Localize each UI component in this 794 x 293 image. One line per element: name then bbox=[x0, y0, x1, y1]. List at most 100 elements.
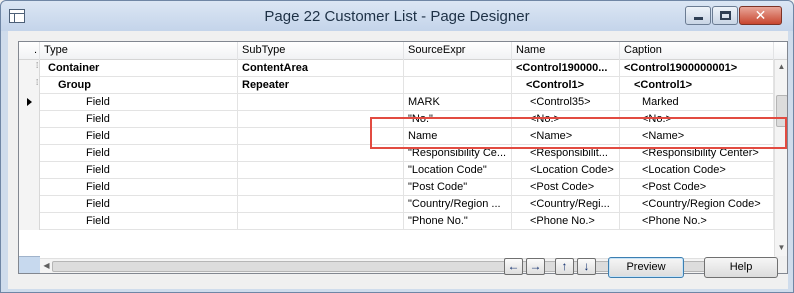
cell-name[interactable]: <Location Code> bbox=[512, 162, 620, 179]
cell-name[interactable]: <Control35> bbox=[512, 94, 620, 111]
cell-name[interactable]: <Country/Regi... bbox=[512, 196, 620, 213]
row-indicator[interactable] bbox=[19, 111, 40, 128]
window-title: Page 22 Customer List - Page Designer bbox=[264, 8, 530, 25]
cell-sourceexpr[interactable] bbox=[404, 60, 512, 77]
preview-button[interactable]: Preview bbox=[608, 257, 684, 278]
cell-subtype[interactable] bbox=[238, 128, 404, 145]
row-indicator[interactable] bbox=[19, 213, 40, 230]
minimize-button[interactable] bbox=[685, 6, 711, 25]
column-header-subtype[interactable]: SubType bbox=[238, 42, 404, 60]
cell-name[interactable]: <Phone No.> bbox=[512, 213, 620, 230]
row-indicator[interactable] bbox=[19, 179, 40, 196]
row-indicator[interactable] bbox=[19, 145, 40, 162]
cell-caption[interactable]: <Location Code> bbox=[620, 162, 774, 179]
cell-type[interactable]: Field bbox=[40, 94, 238, 111]
cell-type[interactable]: Field bbox=[40, 145, 238, 162]
current-row-arrow-icon bbox=[27, 98, 32, 106]
maximize-button[interactable] bbox=[712, 6, 738, 25]
table-row[interactable]: Field "Responsibility Ce... <Responsibilit… bbox=[19, 145, 774, 162]
grid-corner bbox=[19, 256, 40, 273]
move-down-button[interactable]: ↓ bbox=[577, 258, 596, 275]
vertical-scrollbar[interactable]: ▲ ▼ bbox=[774, 60, 787, 256]
row-indicator[interactable] bbox=[19, 128, 40, 145]
table-row[interactable]: Field "Phone No." <Phone No.> <Phone No.> bbox=[19, 213, 774, 230]
cell-name[interactable]: <No.> bbox=[512, 111, 620, 128]
controls-grid[interactable]: . Type SubType SourceExpr Name Caption ⁞ Conta… bbox=[18, 41, 788, 274]
column-header-name[interactable]: Name bbox=[512, 42, 620, 60]
cell-type[interactable]: Field bbox=[40, 111, 238, 128]
cell-caption[interactable]: <Country/Region Code> bbox=[620, 196, 774, 213]
cell-sourceexpr[interactable]: "Phone No." bbox=[404, 213, 512, 230]
cell-subtype[interactable] bbox=[238, 213, 404, 230]
cell-sourceexpr[interactable]: "No." bbox=[404, 111, 512, 128]
cell-name[interactable]: <Post Code> bbox=[512, 179, 620, 196]
cell-subtype[interactable] bbox=[238, 162, 404, 179]
cell-caption[interactable]: Marked bbox=[620, 94, 774, 111]
column-header-type[interactable]: Type bbox=[40, 42, 238, 60]
cell-subtype[interactable] bbox=[238, 111, 404, 128]
grid-header: . Type SubType SourceExpr Name Caption bbox=[19, 42, 787, 60]
cell-caption[interactable]: <Control1900000001> bbox=[620, 60, 774, 77]
row-indicator[interactable]: ⁞ bbox=[19, 60, 40, 77]
table-row[interactable]: ⁞ Container ContentArea <Control190000... <C… bbox=[19, 60, 774, 77]
cell-sourceexpr[interactable]: MARK bbox=[404, 94, 512, 111]
column-header-indicator[interactable]: . bbox=[19, 42, 40, 60]
cell-caption[interactable]: <Control1> bbox=[620, 77, 774, 94]
cell-name[interactable]: <Control1> bbox=[512, 77, 620, 94]
cell-name[interactable]: <Control190000... bbox=[512, 60, 620, 77]
cell-type[interactable]: Field bbox=[40, 162, 238, 179]
help-button[interactable]: Help bbox=[704, 257, 778, 278]
minimize-icon bbox=[694, 17, 703, 20]
cell-caption[interactable]: <No.> bbox=[620, 111, 774, 128]
table-row[interactable]: Field "Country/Region ... <Country/Regi...… bbox=[19, 196, 774, 213]
cell-caption[interactable]: <Phone No.> bbox=[620, 213, 774, 230]
table-row[interactable]: Field "Location Code" <Location Code> <Loca… bbox=[19, 162, 774, 179]
vertical-scroll-thumb[interactable] bbox=[776, 95, 787, 127]
cell-subtype[interactable] bbox=[238, 145, 404, 162]
row-indicator[interactable]: ⁞ bbox=[19, 77, 40, 94]
move-left-button[interactable]: ← bbox=[504, 258, 523, 275]
close-icon: ✕ bbox=[754, 7, 767, 23]
cell-type[interactable]: Field bbox=[40, 128, 238, 145]
row-indicator[interactable] bbox=[19, 94, 40, 111]
move-up-button[interactable]: ↑ bbox=[555, 258, 574, 275]
cell-type[interactable]: Field bbox=[40, 179, 238, 196]
table-row[interactable]: ⁞ Group Repeater <Control1> <Control1> bbox=[19, 77, 774, 94]
scroll-up-icon[interactable]: ▲ bbox=[775, 62, 787, 71]
cell-sourceexpr[interactable]: "Post Code" bbox=[404, 179, 512, 196]
cell-subtype[interactable] bbox=[238, 196, 404, 213]
row-indicator[interactable] bbox=[19, 162, 40, 179]
cell-type[interactable]: Field bbox=[40, 196, 238, 213]
cell-type[interactable]: Field bbox=[40, 213, 238, 230]
cell-caption[interactable]: <Post Code> bbox=[620, 179, 774, 196]
cell-sourceexpr[interactable] bbox=[404, 77, 512, 94]
row-indicator[interactable] bbox=[19, 196, 40, 213]
column-header-caption[interactable]: Caption bbox=[620, 42, 774, 60]
page-designer-window: Page 22 Customer List - Page Designer ✕ … bbox=[0, 0, 794, 293]
scroll-down-icon[interactable]: ▼ bbox=[775, 243, 787, 252]
maximize-icon bbox=[720, 11, 731, 20]
cell-type[interactable]: Container bbox=[40, 60, 238, 77]
designer-client-area: . Type SubType SourceExpr Name Caption ⁞ Conta… bbox=[8, 31, 788, 289]
title-bar[interactable]: Page 22 Customer List - Page Designer ✕ bbox=[1, 1, 793, 31]
table-row[interactable]: Field Name <Name> <Name> bbox=[19, 128, 774, 145]
cell-sourceexpr[interactable]: Name bbox=[404, 128, 512, 145]
table-row[interactable]: Field "Post Code" <Post Code> <Post Code> bbox=[19, 179, 774, 196]
cell-name[interactable]: <Name> bbox=[512, 128, 620, 145]
cell-subtype[interactable] bbox=[238, 94, 404, 111]
table-row[interactable]: Field MARK <Control35> Marked bbox=[19, 94, 774, 111]
cell-name[interactable]: <Responsibilit... bbox=[512, 145, 620, 162]
cell-subtype[interactable]: ContentArea bbox=[238, 60, 404, 77]
move-right-button[interactable]: → bbox=[526, 258, 545, 275]
cell-caption[interactable]: <Name> bbox=[620, 128, 774, 145]
column-header-sourceexpr[interactable]: SourceExpr bbox=[404, 42, 512, 60]
cell-subtype[interactable]: Repeater bbox=[238, 77, 404, 94]
cell-caption[interactable]: <Responsibility Center> bbox=[620, 145, 774, 162]
cell-sourceexpr[interactable]: "Country/Region ... bbox=[404, 196, 512, 213]
cell-type[interactable]: Group bbox=[40, 77, 238, 94]
cell-sourceexpr[interactable]: "Responsibility Ce... bbox=[404, 145, 512, 162]
cell-sourceexpr[interactable]: "Location Code" bbox=[404, 162, 512, 179]
cell-subtype[interactable] bbox=[238, 179, 404, 196]
table-row[interactable]: Field "No." <No.> <No.> bbox=[19, 111, 774, 128]
close-button[interactable]: ✕ bbox=[739, 6, 782, 25]
